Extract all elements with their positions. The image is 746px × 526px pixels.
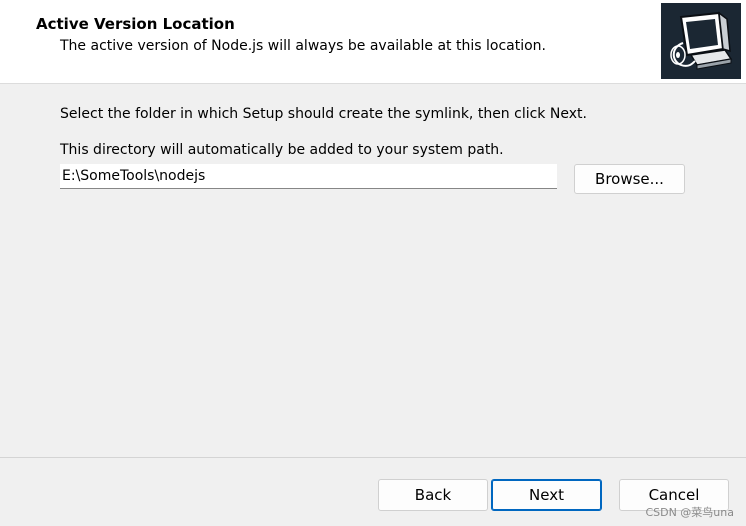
back-button[interactable]: Back	[378, 479, 488, 511]
next-button[interactable]: Next	[491, 479, 602, 511]
folder-path-input[interactable]	[60, 164, 557, 189]
footer-divider	[0, 457, 746, 458]
instruction-text: Select the folder in which Setup should …	[60, 106, 587, 122]
page-title: Active Version Location	[36, 15, 235, 33]
computer-setup-icon	[661, 3, 741, 79]
page-subtitle: The active version of Node.js will alway…	[60, 38, 546, 54]
watermark: CSDN @菜鸟una	[645, 506, 734, 519]
browse-button[interactable]: Browse...	[574, 164, 685, 194]
wizard-header: Active Version Location The active versi…	[0, 0, 746, 84]
system-path-note: This directory will automatically be add…	[60, 142, 504, 158]
